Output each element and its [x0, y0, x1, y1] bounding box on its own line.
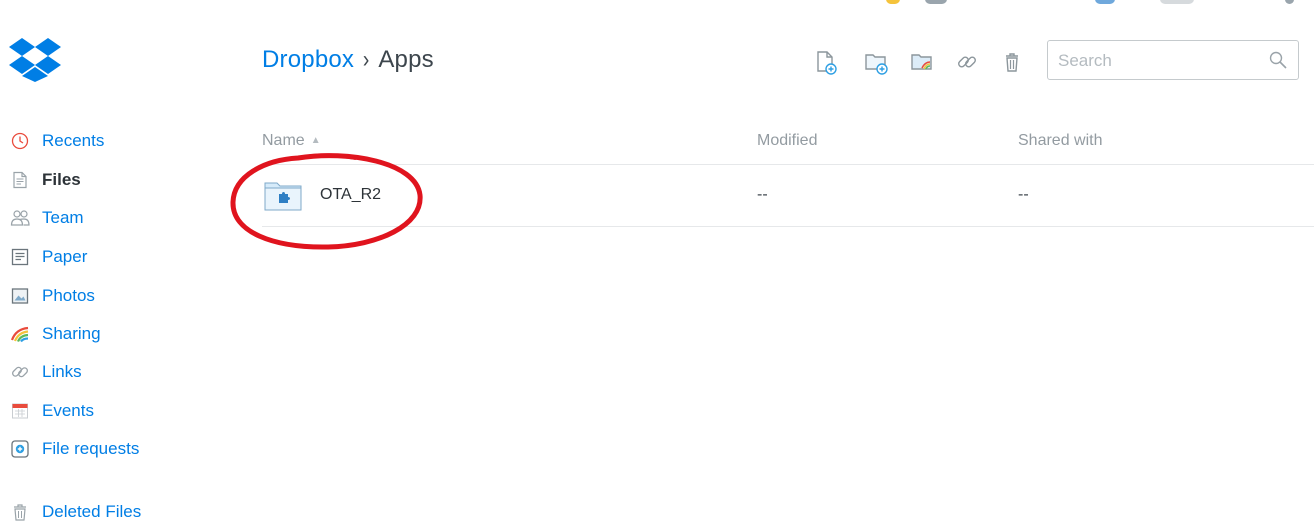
avatar	[1160, 0, 1194, 4]
file-request-icon	[10, 439, 30, 459]
file-shared-with: --	[1018, 186, 1029, 203]
app-folder-icon	[264, 182, 302, 211]
search-box[interactable]	[1047, 40, 1299, 80]
new-folder-button[interactable]	[863, 48, 891, 76]
file-icon	[10, 170, 30, 190]
delete-button[interactable]	[998, 48, 1026, 76]
team-icon	[10, 208, 30, 228]
top-bar-cropped	[0, 0, 1314, 8]
sidebar-item-label: Events	[42, 401, 94, 420]
breadcrumb: Dropbox › Apps	[262, 46, 434, 74]
upload-file-icon	[817, 51, 837, 75]
globe-icon	[1095, 0, 1115, 4]
sidebar-item-file-requests[interactable]: File requests	[10, 436, 139, 462]
top-bar-fragment	[1285, 0, 1294, 4]
new-folder-icon	[865, 54, 888, 75]
sidebar-item-label: Deleted Files	[42, 502, 142, 521]
sidebar-item-label: Sharing	[42, 324, 101, 343]
new-shared-folder-button[interactable]	[909, 48, 937, 76]
sidebar-item-files[interactable]: Files	[10, 167, 81, 193]
calendar-icon	[10, 401, 30, 421]
sort-ascending-icon: ▲	[310, 135, 321, 146]
file-table: Name ▲ Modified Shared with OTA_R2 -- --	[262, 128, 1314, 227]
column-header-name[interactable]: Name ▲	[262, 132, 321, 150]
breadcrumb-root-link[interactable]: Dropbox	[262, 46, 354, 73]
search-input[interactable]	[1058, 50, 1258, 72]
sidebar-item-links[interactable]: Links	[10, 359, 82, 385]
trash-icon	[1006, 53, 1018, 72]
sidebar-item-paper[interactable]: Paper	[10, 244, 87, 270]
share-link-button[interactable]	[953, 48, 981, 76]
sidebar-item-label: Files	[42, 170, 81, 189]
upload-file-button[interactable]	[812, 48, 840, 76]
clock-icon	[10, 131, 30, 151]
sidebar-item-label: Photos	[42, 286, 95, 305]
file-name[interactable]: OTA_R2	[320, 186, 381, 204]
top-bar-fragment	[925, 0, 947, 4]
column-header-shared-with[interactable]: Shared with	[1018, 132, 1103, 150]
sidebar-item-recents[interactable]: Recents	[10, 128, 104, 154]
link-icon	[958, 56, 976, 68]
dropbox-logo-icon[interactable]	[8, 36, 62, 82]
page-title: Apps	[378, 46, 434, 73]
rainbow-icon	[10, 324, 30, 344]
new-shared-folder-icon	[911, 54, 932, 70]
file-modified: --	[757, 186, 768, 203]
column-header-name-label: Name	[262, 132, 305, 149]
search-icon[interactable]	[1268, 50, 1288, 70]
sidebar-item-events[interactable]: Events	[10, 398, 94, 424]
column-header-modified[interactable]: Modified	[757, 132, 817, 150]
sidebar-item-label: Team	[42, 208, 84, 227]
paper-icon	[10, 247, 30, 267]
star-icon	[886, 0, 900, 4]
sidebar-item-label: Links	[42, 362, 82, 381]
link-icon	[10, 362, 30, 382]
sidebar-item-label: Paper	[42, 247, 88, 266]
sidebar-item-team[interactable]: Team	[10, 205, 84, 231]
table-row[interactable]: OTA_R2 -- --	[262, 165, 1314, 227]
sidebar-item-label: Recents	[42, 131, 105, 150]
sidebar-item-deleted-files[interactable]: Deleted Files	[10, 499, 141, 525]
sidebar-item-sharing[interactable]: Sharing	[10, 321, 101, 347]
sidebar-item-label: File requests	[42, 439, 140, 458]
table-header: Name ▲ Modified Shared with	[262, 128, 1314, 165]
photo-icon	[10, 286, 30, 306]
trash-icon	[10, 502, 30, 522]
breadcrumb-separator: ›	[362, 46, 370, 73]
sidebar-item-photos[interactable]: Photos	[10, 283, 95, 309]
